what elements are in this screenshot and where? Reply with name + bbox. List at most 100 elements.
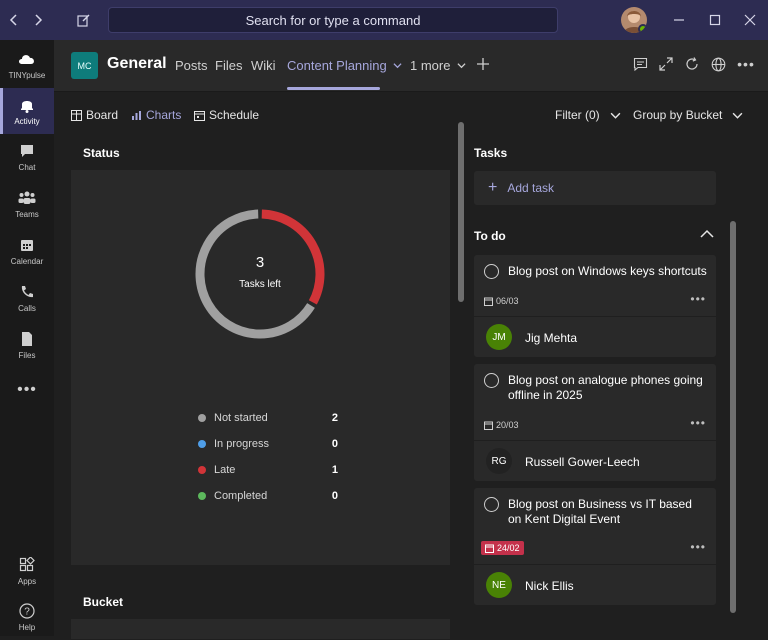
tab-content-planning[interactable]: Content Planning bbox=[287, 58, 402, 73]
tab-posts[interactable]: Posts bbox=[175, 58, 208, 73]
legend-dot bbox=[198, 492, 206, 500]
tab-files[interactable]: Files bbox=[215, 58, 242, 73]
rail-item-calendar[interactable]: Calendar bbox=[0, 228, 54, 274]
assignee-name: Jig Mehta bbox=[525, 331, 578, 345]
tinypulse-cloud-icon bbox=[18, 50, 36, 68]
file-icon bbox=[18, 330, 36, 348]
legend-dot bbox=[198, 440, 206, 448]
donut-segment-not-started bbox=[195, 209, 315, 339]
forward-icon[interactable] bbox=[26, 8, 50, 32]
apps-icon bbox=[18, 556, 36, 574]
tab-more[interactable]: 1 more bbox=[410, 58, 466, 73]
task-title: Blog post on Business vs IT based on Ken… bbox=[508, 497, 692, 526]
channel-name: General bbox=[107, 55, 167, 72]
conversation-icon[interactable] bbox=[631, 55, 649, 73]
filter-label: Filter (0) bbox=[555, 108, 600, 122]
minimize-icon[interactable] bbox=[667, 8, 691, 32]
rail-item-activity[interactable]: Activity bbox=[0, 88, 54, 134]
tasks-left-label: Tasks left bbox=[239, 279, 281, 290]
board-view-button[interactable]: Board bbox=[71, 108, 118, 122]
expand-icon[interactable] bbox=[657, 55, 675, 73]
rail-more-apps[interactable]: ••• bbox=[0, 368, 54, 414]
charts-view-button[interactable]: Charts bbox=[131, 108, 181, 122]
group-by-button[interactable]: Group by Bucket bbox=[633, 108, 743, 122]
calendar-icon bbox=[18, 236, 36, 254]
calendar-icon bbox=[484, 297, 493, 306]
due-date-text: 20/03 bbox=[496, 420, 519, 430]
title-bar: Search for or type a command bbox=[0, 0, 768, 40]
collapse-chevron-up-icon[interactable] bbox=[699, 226, 715, 242]
refresh-icon[interactable] bbox=[683, 55, 701, 73]
active-tab-indicator bbox=[287, 87, 380, 90]
task-more-icon[interactable]: ••• bbox=[690, 540, 706, 554]
plus-icon: + bbox=[488, 179, 498, 196]
due-date-text: 24/02 bbox=[497, 543, 520, 553]
rail-item-chat[interactable]: Chat bbox=[0, 134, 54, 180]
calendar-icon bbox=[484, 421, 493, 430]
assignee-avatar: NE bbox=[486, 572, 512, 598]
task-card[interactable]: Blog post on analogue phones going offli… bbox=[474, 364, 716, 481]
rail-label: Activity bbox=[14, 117, 40, 126]
bucket-heading: Bucket bbox=[83, 595, 124, 609]
complete-task-checkbox[interactable] bbox=[484, 264, 499, 279]
compose-icon[interactable] bbox=[72, 8, 96, 32]
calendar-icon bbox=[485, 544, 494, 553]
todo-heading: To do bbox=[474, 229, 506, 243]
more-options-icon[interactable]: ••• bbox=[737, 55, 755, 73]
schedule-view-button[interactable]: Schedule bbox=[194, 108, 259, 122]
status-heading: Status bbox=[83, 146, 120, 160]
tab-label: Content Planning bbox=[287, 58, 387, 73]
tasks-scrollbar[interactable] bbox=[730, 221, 736, 613]
assignee-name: Nick Ellis bbox=[525, 579, 574, 593]
task-card[interactable]: Blog post on Business vs IT based on Ken… bbox=[474, 488, 716, 605]
rail-label: Calls bbox=[18, 304, 36, 313]
team-avatar[interactable]: MC bbox=[71, 52, 98, 79]
due-date-late-badge: 24/02 bbox=[481, 541, 524, 555]
rail-item-calls[interactable]: Calls bbox=[0, 275, 54, 321]
task-title: Blog post on analogue phones going offli… bbox=[508, 373, 703, 402]
legend-label: Not started bbox=[214, 412, 268, 424]
user-avatar[interactable] bbox=[621, 7, 647, 33]
board-icon bbox=[71, 109, 82, 121]
task-card[interactable]: Blog post on Windows keys shortcuts 06/0… bbox=[474, 255, 716, 357]
tab-wiki[interactable]: Wiki bbox=[251, 58, 276, 73]
search-input[interactable]: Search for or type a command bbox=[108, 7, 558, 33]
close-icon[interactable] bbox=[738, 8, 762, 32]
legend-label: In progress bbox=[214, 438, 270, 450]
legend-not-started: Not started 2 bbox=[198, 410, 338, 426]
rail-item-teams[interactable]: Teams bbox=[0, 181, 54, 227]
filter-button[interactable]: Filter (0) bbox=[555, 108, 621, 122]
due-date-text: 06/03 bbox=[496, 296, 519, 306]
more-horizontal-icon: ••• bbox=[17, 380, 37, 398]
task-more-icon[interactable]: ••• bbox=[690, 292, 706, 306]
phone-icon bbox=[18, 283, 36, 301]
rail-item-help[interactable]: ? Help bbox=[0, 594, 54, 640]
rail-item-tinypulse[interactable]: TINYpulse bbox=[0, 42, 54, 88]
maximize-icon[interactable] bbox=[703, 8, 727, 32]
rail-item-apps[interactable]: Apps bbox=[0, 548, 54, 594]
rail-label: Chat bbox=[18, 163, 36, 172]
legend-dot bbox=[198, 466, 206, 474]
search-placeholder: Search for or type a command bbox=[245, 12, 421, 28]
add-task-label: Add task bbox=[507, 181, 555, 195]
task-more-icon[interactable]: ••• bbox=[690, 416, 706, 430]
rail-label: Teams bbox=[15, 210, 39, 219]
group-by-label: Group by Bucket bbox=[633, 108, 723, 122]
add-tab-icon[interactable] bbox=[474, 55, 492, 73]
tasks-left-count: 3 bbox=[256, 254, 264, 271]
complete-task-checkbox[interactable] bbox=[484, 373, 499, 388]
chevron-down-icon bbox=[610, 112, 621, 119]
rail-item-files[interactable]: Files bbox=[0, 322, 54, 368]
bucket-chart-card bbox=[71, 619, 450, 639]
channel-header: MC General Posts Files Wiki Content Plan… bbox=[54, 40, 768, 92]
add-task-button[interactable]: + Add task bbox=[474, 171, 716, 205]
svg-text:?: ? bbox=[24, 607, 30, 618]
planner-content: Board Charts Schedule Filter (0) Group b… bbox=[54, 93, 768, 639]
legend-in-progress: In progress 0 bbox=[198, 436, 338, 452]
complete-task-checkbox[interactable] bbox=[484, 497, 499, 512]
tab-label: 1 more bbox=[410, 58, 451, 73]
back-icon[interactable] bbox=[2, 8, 26, 32]
globe-icon[interactable] bbox=[709, 55, 727, 73]
charts-scrollbar[interactable] bbox=[458, 122, 464, 302]
legend-value: 2 bbox=[331, 412, 338, 424]
